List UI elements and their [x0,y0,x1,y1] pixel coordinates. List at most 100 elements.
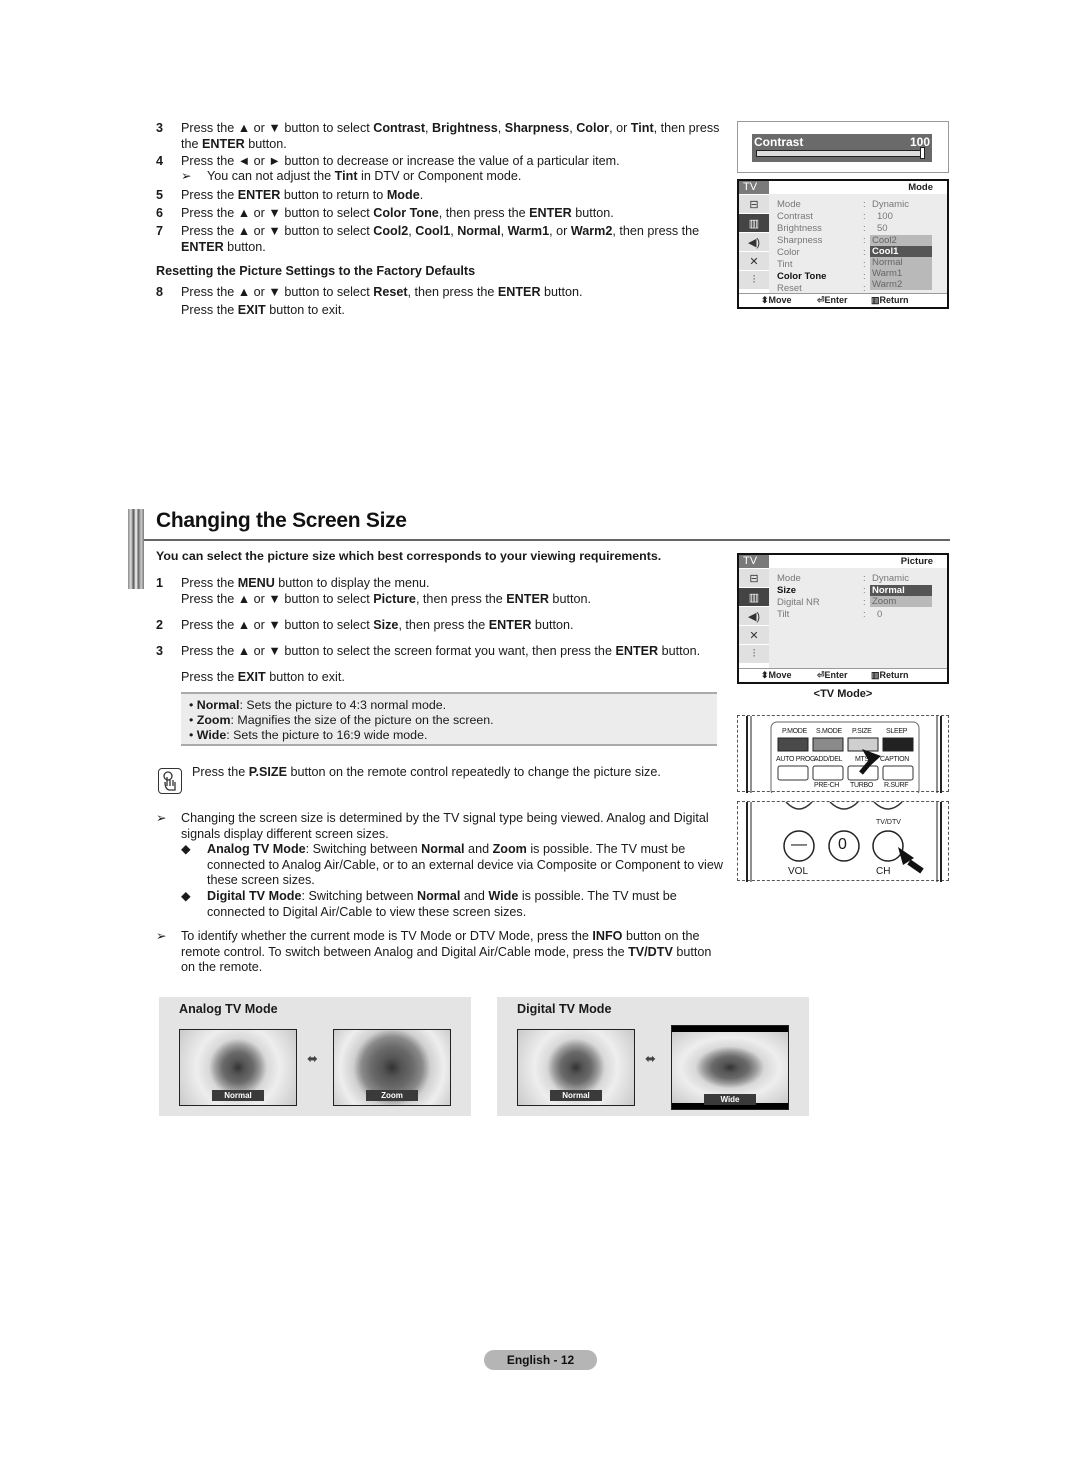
contrast-bar: Contrast 100 [752,134,932,162]
osd-caption: <TV Mode> [813,688,873,700]
osd-option[interactable]: Cool2 [870,235,932,246]
vol-label: VOL [788,866,809,877]
osd-separator: : [863,271,866,282]
osd-footer: ⬍ Move ⏎ Enter ▥ Return [739,668,947,682]
step-8: 8 Press the ▲ or ▼ button to select Reset… [156,285,583,317]
bullet-zoom: • Zoom: Magnifies the size of the pictur… [189,713,494,727]
contrast-slider-track[interactable] [756,150,924,157]
normal-screen-image: Normal [179,1029,297,1106]
setup-sliders-icon[interactable]: ⫶ [739,270,769,289]
bullet-wide: • Wide: Sets the picture to 16:9 wide mo… [189,728,428,742]
diamond-icon: ◆ [181,889,191,903]
remote-bottom-illustration: TV/DTV — 0 VOL CH [737,801,949,882]
osd-title: Picture [769,555,947,568]
osd-item-value: Dynamic [872,199,909,210]
page-number-badge: English - 12 [484,1350,597,1370]
panel-title: Digital TV Mode [517,1002,612,1016]
screen-size-note: ➢ Changing the screen size is determined… [156,811,709,841]
sound-icon[interactable]: ◀) [739,606,769,625]
osd-separator: : [863,199,866,210]
osd-separator: : [863,609,866,620]
step-6: 6 Press the ▲ or ▼ button to select Color… [156,206,614,220]
osd-option[interactable]: Zoom [870,596,932,607]
remote-button-label[interactable]: CAPTION [880,756,909,763]
osd-menu-item[interactable]: Tilt [777,609,789,621]
osd-footer: ⬍ Move ⏎ Enter ▥ Return [739,293,947,307]
remote-hand-icon [158,768,182,794]
remote-button-label[interactable]: MTS [855,756,869,763]
enter-hint: ⏎ Enter [817,670,848,680]
step-7: 7 Press the ▲ or ▼ button to select Cool2… [156,224,700,254]
bullet-normal: • Normal: Sets the picture to 4:3 normal… [189,698,447,712]
double-arrow-icon: ⬌ [307,1051,318,1066]
sound-icon[interactable]: ◀) [739,232,769,251]
remote-button-label[interactable]: PRE-CH [814,782,839,789]
remote-button-label[interactable]: SLEEP [886,728,907,735]
digital-mode-panel: Digital TV Mode Normal ⬌ Wide [497,997,809,1116]
channel-antenna-icon[interactable]: ✕ [739,251,769,270]
tv-label: TV [739,555,769,568]
picture-icon[interactable]: ▥ [739,587,769,606]
wide-screen-image: Wide [671,1025,789,1110]
osd-mode-menu: Mode TV ⊟ ▥ ◀) ✕ ⫶ Mode: Dynamic Contrast:… [737,179,949,309]
step-3: 3 Press the ▲ or ▼ button to select Contr… [156,121,720,151]
return-hint: ▥ Return [871,670,909,680]
osd-item-value: 50 [877,223,888,234]
step-5: 5 Press the ENTER button to return to Mod… [156,188,424,202]
osd-menu-item[interactable]: Digital NR [777,597,820,609]
section-accent-bar [128,509,144,589]
mode-identify-note: ➢ To identify whether the current mode i… [156,929,712,974]
osd-separator: : [863,585,866,596]
osd-menu-item[interactable]: Tint [777,259,792,271]
remote-button-label[interactable]: P.SIZE [852,728,872,735]
osd-sidebar: TV ⊟ ▥ ◀) ✕ ⫶ [739,555,769,663]
picture-icon[interactable]: ▥ [739,213,769,232]
osd-menu-item[interactable]: Color Tone [777,271,826,283]
remote-button-label[interactable]: R.SURF [884,782,909,789]
size-step-1: 1 Press the MENU button to display the me… [156,576,591,606]
osd-menu-item[interactable]: Mode [777,199,801,211]
section-title: Changing the Screen Size [156,509,407,532]
osd-sidebar: TV ⊟ ▥ ◀) ✕ ⫶ [739,181,769,289]
remote-button-label[interactable]: AUTO PROG. [776,756,817,763]
osd-picture-menu: Picture TV ⊟ ▥ ◀) ✕ ⫶ Mode: Dynamic Size: D… [737,553,949,684]
osd-item-value: Dynamic [872,573,909,584]
channel-antenna-icon[interactable]: ✕ [739,625,769,644]
zero-button[interactable]: 0 [838,836,847,854]
osd-option[interactable]: Cool1 [870,246,932,257]
osd-option[interactable]: Normal [870,257,932,268]
osd-option[interactable]: Normal [870,585,932,596]
osd-separator: : [863,259,866,270]
remote-button-label[interactable]: ADD/DEL [814,756,843,763]
zoom-screen-image: Zoom [333,1029,451,1106]
osd-menu-item[interactable]: Color [777,247,800,259]
osd-separator: : [863,235,866,246]
osd-menu-item[interactable]: Mode [777,573,801,585]
vol-minus-button[interactable]: — [791,836,807,854]
osd-menu-item[interactable]: Brightness [777,223,822,235]
reset-heading: Resetting the Picture Settings to the Fa… [156,264,476,278]
arrow-icon: ➢ [156,811,167,825]
contrast-slider-handle[interactable] [920,147,925,159]
step-4: 4 Press the ◄ or ► button to decrease or … [156,154,620,168]
setup-sliders-icon[interactable]: ⫶ [739,644,769,663]
section-rule [144,539,950,541]
remote-button-label[interactable]: P.MODE [782,728,807,735]
remote-button-label[interactable]: S.MODE [816,728,842,735]
osd-option[interactable]: Warm2 [870,279,932,290]
remote-button-label[interactable]: TURBO [850,782,873,789]
osd-menu-item[interactable]: Contrast [777,211,813,223]
osd-option[interactable]: Warm1 [870,268,932,279]
size-step-2: 2 Press the ▲ or ▼ button to select Size,… [156,618,574,632]
osd-separator: : [863,211,866,222]
input-icon[interactable]: ⊟ [739,568,769,587]
osd-menu-item[interactable]: Size [777,585,796,597]
input-icon[interactable]: ⊟ [739,194,769,213]
tv-dtv-label: TV/DTV [876,819,901,826]
osd-title: Mode [769,181,947,194]
tv-dtv-button[interactable] [873,832,903,862]
osd-separator: : [863,597,866,608]
osd-separator: : [863,247,866,258]
osd-item-value: 0 [877,609,883,620]
osd-menu-item[interactable]: Sharpness [777,235,822,247]
